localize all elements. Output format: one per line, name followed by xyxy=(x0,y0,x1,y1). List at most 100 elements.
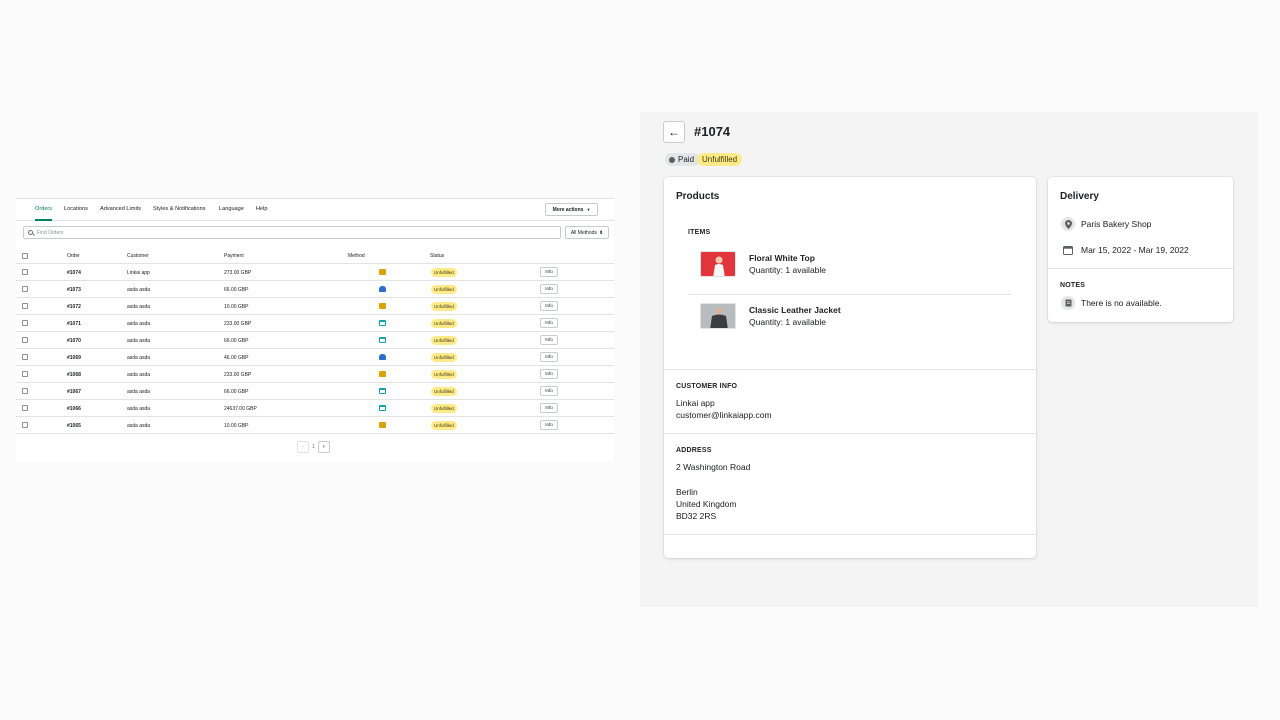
chevron-right-icon[interactable]: › xyxy=(317,441,330,453)
tab-help[interactable]: Help xyxy=(256,206,268,212)
payment-amount: 10.00 GBP xyxy=(224,423,249,429)
row-checkbox[interactable] xyxy=(22,405,28,411)
info-button[interactable]: Info xyxy=(540,284,558,294)
tab-styles-notifications[interactable]: Styles & Notifications xyxy=(153,206,206,212)
status-badge: Unfulfilled xyxy=(431,421,457,430)
table-row[interactable]: #1067 asda asda 66.00 GBP Unfulfilled In… xyxy=(16,383,614,400)
info-button[interactable]: Info xyxy=(540,318,558,328)
address-city: Berlin xyxy=(676,487,698,497)
info-button[interactable]: Info xyxy=(540,352,558,362)
table-row[interactable]: #1072 asda asda 10.00 GBP Unfulfilled In… xyxy=(16,298,614,315)
info-button[interactable]: Info xyxy=(540,267,558,277)
list-item[interactable]: Floral White Top Quantity: 1 available xyxy=(688,247,1012,291)
customer-name: asda asda xyxy=(127,321,151,327)
info-button[interactable]: Info xyxy=(540,301,558,311)
info-button[interactable]: Info xyxy=(540,369,558,379)
customer-name: asda asda xyxy=(127,355,151,361)
delivery-card: Delivery Paris Bakery Shop Mar 15, 2022 … xyxy=(1048,177,1233,322)
status-badge: Unfulfilled xyxy=(431,319,457,328)
fulfillment-status-badge: Unfulfilled xyxy=(697,153,743,166)
status-badge: Unfulfilled xyxy=(431,404,457,413)
table-row[interactable]: #1068 asda asda 233.00 GBP Unfulfilled I… xyxy=(16,366,614,383)
chevron-left-icon[interactable]: ‹ xyxy=(297,441,309,453)
list-item[interactable]: Classic Leather Jacket Quantity: 1 avail… xyxy=(688,299,1012,343)
table-row[interactable]: #1065 asda asda 10.00 GBP Unfulfilled In… xyxy=(16,417,614,434)
table-row[interactable]: #1070 asda asda 66.00 GBP Unfulfilled In… xyxy=(16,332,614,349)
payment-amount: 66.00 GBP xyxy=(224,389,249,395)
info-button[interactable]: Info xyxy=(540,403,558,413)
car-icon xyxy=(379,354,386,360)
table-row[interactable]: #1069 asda asda 46.00 GBP Unfulfilled In… xyxy=(16,349,614,366)
active-tab-indicator xyxy=(35,219,52,221)
customer-email[interactable]: customer@linkaiapp.com xyxy=(676,410,772,420)
status-dot-icon xyxy=(669,156,675,163)
section-divider xyxy=(664,369,1036,370)
info-button[interactable]: Info xyxy=(540,420,558,430)
table-row[interactable]: #1073 asda asda 66.00 GBP Unfulfilled In… xyxy=(16,281,614,298)
address-label: ADDRESS xyxy=(676,447,712,454)
table-header: Order Customer Payment Method Status xyxy=(16,249,614,264)
products-card: Products ITEMS Floral White Top Quantity… xyxy=(664,177,1036,558)
payment-amount: 24637.00 GBP xyxy=(224,406,257,412)
delivery-dates: Mar 15, 2022 - Mar 19, 2022 xyxy=(1081,245,1189,255)
payment-status-label: Paid xyxy=(678,155,695,164)
more-actions-button[interactable]: More actions ▼ xyxy=(545,203,598,216)
calendar-icon xyxy=(1061,243,1075,257)
payment-amount: 233.00 GBP xyxy=(224,321,252,327)
tab-language[interactable]: Language xyxy=(219,206,244,212)
row-checkbox[interactable] xyxy=(22,269,28,275)
tabs-bar: Orders Locations Advanced Limits Styles … xyxy=(16,199,614,221)
order-number: #1073 xyxy=(67,287,81,293)
arrow-left-icon[interactable]: ← xyxy=(663,121,685,143)
status-badge: Unfulfilled xyxy=(431,353,457,362)
tab-locations[interactable]: Locations xyxy=(64,206,88,212)
current-page: 1 xyxy=(312,444,315,450)
product-name: Classic Leather Jacket xyxy=(749,305,841,315)
table-row[interactable]: #1071 asda asda 233.00 GBP Unfulfilled I… xyxy=(16,315,614,332)
customer-name: Linkai app xyxy=(127,270,150,276)
search-input[interactable]: Find Orders xyxy=(23,226,561,239)
delivery-location: Paris Bakery Shop xyxy=(1081,219,1152,229)
caret-down-icon: ▼ xyxy=(586,207,591,212)
tab-advanced-limits[interactable]: Advanced Limits xyxy=(100,206,141,212)
store-icon xyxy=(379,337,386,343)
row-checkbox[interactable] xyxy=(22,337,28,343)
search-placeholder: Find Orders xyxy=(37,229,64,236)
row-checkbox[interactable] xyxy=(22,371,28,377)
address-postcode: BD32 2RS xyxy=(676,511,717,521)
car-icon xyxy=(379,286,386,292)
item-divider xyxy=(688,294,1012,295)
tab-orders[interactable]: Orders xyxy=(35,206,52,212)
row-checkbox[interactable] xyxy=(22,422,28,428)
customer-name: asda asda xyxy=(127,406,151,412)
row-checkbox[interactable] xyxy=(22,303,28,309)
page-title: #1074 xyxy=(694,124,731,139)
more-actions-label: More actions xyxy=(552,206,584,213)
product-name: Floral White Top xyxy=(749,253,815,263)
payment-amount: 273.00 GBP xyxy=(224,270,252,276)
table-row[interactable]: #1066 asda asda 24637.00 GBP Unfulfilled… xyxy=(16,400,614,417)
status-badge: Unfulfilled xyxy=(431,285,457,294)
info-button[interactable]: Info xyxy=(540,386,558,396)
orders-panel: Orders Locations Advanced Limits Styles … xyxy=(16,198,614,462)
row-checkbox[interactable] xyxy=(22,388,28,394)
items-label: ITEMS xyxy=(688,229,711,236)
customer-info-label: CUSTOMER INFO xyxy=(676,383,738,390)
methods-filter-label: All Methods xyxy=(570,229,597,236)
search-row: Find Orders All Methods ⬍ xyxy=(23,226,609,239)
map-pin-icon xyxy=(1061,217,1075,231)
note-icon xyxy=(1061,296,1075,310)
row-checkbox[interactable] xyxy=(22,354,28,360)
column-header-order: Order xyxy=(67,253,80,259)
order-number: #1066 xyxy=(67,406,81,412)
select-all-checkbox[interactable] xyxy=(22,253,28,259)
row-checkbox[interactable] xyxy=(22,320,28,326)
column-header-customer: Customer xyxy=(127,253,149,259)
info-button[interactable]: Info xyxy=(540,335,558,345)
customer-name: asda asda xyxy=(127,287,151,293)
payment-amount: 233.00 GBP xyxy=(224,372,252,378)
row-checkbox[interactable] xyxy=(22,286,28,292)
order-detail-panel: ← #1074 Paid Unfulfilled Products ITEMS … xyxy=(640,112,1258,607)
methods-filter-select[interactable]: All Methods ⬍ xyxy=(565,226,609,239)
table-row[interactable]: #1074 Linkai app 273.00 GBP Unfulfilled … xyxy=(16,264,614,281)
